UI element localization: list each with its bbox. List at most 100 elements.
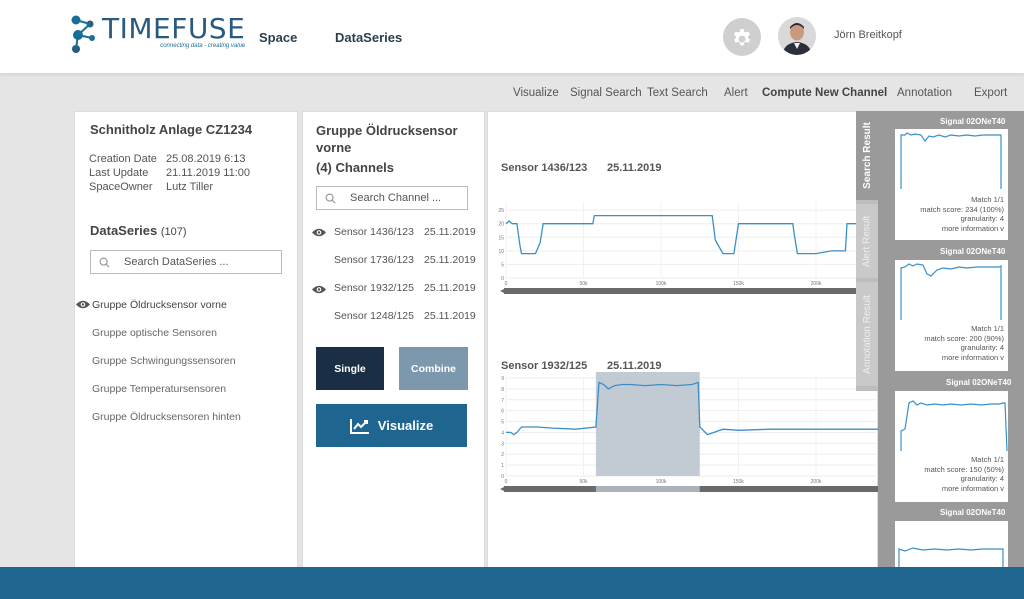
brand-name: TIMEFUSE [102, 12, 246, 45]
scrollbar-selection [595, 486, 700, 492]
tab-annotation-result[interactable]: Annotation Result [856, 282, 878, 386]
space-panel: Schnitholz Anlage CZ1234 Creation Date 25… [74, 111, 298, 571]
meta-space-owner: SpaceOwner Lutz Tiller [89, 181, 214, 193]
x-tick-label: 0 [505, 479, 508, 485]
result-card[interactable]: Match 1/1 match score: 234 (100%) granul… [895, 129, 1008, 240]
search-icon [99, 257, 110, 268]
tab-alert-result[interactable]: Alert Result [856, 204, 878, 278]
toolbar-visualize[interactable]: Visualize [513, 87, 559, 99]
channel-row[interactable]: Sensor 1736/123 25.11.2019 [334, 254, 476, 266]
meta-last-update: Last Update 21.11.2019 11:00 [89, 167, 251, 179]
x-tick-label: 0 [505, 281, 508, 287]
result-thumbnail [900, 132, 1002, 189]
y-tick-label: 25 [498, 208, 504, 214]
y-tick-label: 9 [501, 376, 504, 382]
result-granularity: granularity: 4 [960, 474, 1004, 483]
combine-button[interactable]: Combine [399, 347, 468, 390]
user-name[interactable]: Jörn Breitkopf [834, 29, 902, 41]
result-more-link: more information v [941, 483, 1004, 493]
toolbar-alert[interactable]: Alert [724, 87, 748, 99]
dataseries-item[interactable]: Gruppe Schwingungssensoren [92, 355, 236, 367]
chart-date: 25.11.2019 [607, 360, 662, 372]
charts-panel: Sensor 1436/123 25.11.2019 0 5 10 15 20 25 0 50… [487, 111, 878, 571]
y-tick-label: 5 [501, 262, 504, 268]
y-tick-label: 8 [501, 387, 504, 393]
tab-search-result[interactable]: Search Result [856, 111, 878, 200]
result-thumbnail [900, 263, 1002, 320]
group-title: Gruppe Öldrucksensor vorne [316, 123, 458, 155]
toolbar-annotation[interactable]: Annotation [897, 87, 952, 99]
y-tick-label: 20 [498, 222, 504, 228]
chart-title: Sensor 1932/125 [501, 360, 588, 372]
dataseries-item[interactable]: Gruppe optische Sensoren [92, 327, 217, 339]
user-avatar[interactable] [778, 17, 816, 55]
result-match: Match 1/1 [971, 324, 1004, 333]
eye-icon[interactable] [311, 227, 327, 238]
x-tick-label: 200k [811, 281, 822, 287]
result-match: Match 1/1 [971, 195, 1004, 204]
result-card[interactable]: Match 1/1 match score: 150 (50%) granula… [895, 391, 1008, 502]
chart-date: 25.11.2019 [607, 162, 662, 174]
x-tick-label: 150k [733, 479, 744, 485]
chart-sensor-1436[interactable]: 05101520250 50k 100k 150k 200k [496, 180, 878, 298]
y-tick-label: 3 [501, 441, 504, 447]
result-signal-name: Signal 02ONeT40 [946, 378, 1012, 387]
y-tick-label: 2 [501, 452, 504, 458]
result-match: Match 1/1 [971, 455, 1004, 464]
dataseries-item[interactable]: Gruppe Öldrucksensoren hinten [92, 411, 241, 423]
x-tick-label: 150k [733, 281, 744, 287]
dataseries-count: (107) [160, 226, 187, 238]
dataseries-heading: DataSeries (107) [90, 223, 187, 238]
result-more-link: more information v [941, 223, 1004, 233]
chart-title: Sensor 1436/123 [501, 162, 588, 174]
result-more-link: more information v [941, 352, 1004, 362]
space-title: Schnitholz Anlage CZ1234 [90, 122, 253, 137]
y-tick-label: 1 [501, 463, 504, 469]
settings-button[interactable] [723, 18, 761, 56]
y-tick-label: 4 [501, 430, 504, 436]
channel-row[interactable]: Sensor 1932/125 25.11.2019 [334, 282, 476, 294]
dataseries-item[interactable]: Gruppe Öldrucksensor vorne [92, 299, 227, 311]
y-tick-label: 15 [498, 235, 504, 241]
y-tick-label: 7 [501, 398, 504, 404]
result-card[interactable] [895, 521, 1008, 571]
result-score: match score: 200 (90%) [924, 333, 1004, 343]
nav-dataseries[interactable]: DataSeries [335, 30, 402, 45]
toolbar-signal-search[interactable]: Signal Search [570, 87, 642, 99]
scroll-left-arrow [500, 486, 506, 492]
visualize-button[interactable]: Visualize [316, 404, 467, 447]
x-tick-label: 200k [811, 479, 822, 485]
nav-space[interactable]: Space [259, 30, 297, 45]
eye-icon[interactable] [75, 299, 91, 310]
result-card[interactable]: Match 1/1 match score: 200 (90%) granula… [895, 260, 1008, 371]
channel-search-input[interactable]: Search Channel ... [316, 186, 468, 210]
toolbar-compute-new-channel[interactable]: Compute New Channel [762, 87, 887, 99]
dataseries-item[interactable]: Gruppe Temperatursensoren [92, 383, 226, 395]
chart-sensor-1932[interactable]: 01234567890 50k 100k 150k 200k [496, 372, 878, 496]
x-tick-label: 50k [579, 479, 588, 485]
timefuse-logo[interactable]: TIMEFUSE connecting data - creating valu… [70, 14, 245, 56]
x-tick-label: 100k [656, 281, 667, 287]
y-tick-label: 5 [501, 420, 504, 426]
series-line [505, 214, 878, 255]
gear-icon [733, 29, 751, 46]
x-tick-label: 100k [656, 479, 667, 485]
result-score: match score: 150 (50%) [924, 464, 1004, 474]
result-signal-name: Signal 02ONeT40 [940, 508, 1006, 517]
app-header: TIMEFUSE connecting data - creating valu… [0, 0, 1024, 74]
result-score: match score: 234 (100%) [920, 204, 1004, 214]
result-signal-name: Signal 02ONeT40 [940, 117, 1006, 126]
toolbar-text-search[interactable]: Text Search [647, 87, 708, 99]
channel-row[interactable]: Sensor 1436/123 25.11.2019 [334, 226, 476, 238]
y-tick-label: 6 [501, 409, 504, 415]
toolbar-export[interactable]: Export [974, 87, 1007, 99]
dataseries-search-input[interactable]: Search DataSeries ... [90, 250, 282, 274]
single-button[interactable]: Single [316, 347, 384, 390]
chart-line-icon [349, 418, 369, 434]
scroll-left-arrow [500, 288, 506, 294]
result-thumbnail [898, 547, 1004, 567]
channel-row[interactable]: Sensor 1248/125 25.11.2019 [334, 310, 476, 322]
meta-creation-date: Creation Date 25.08.2019 6:13 [89, 153, 246, 165]
result-granularity: granularity: 4 [960, 343, 1004, 352]
eye-icon[interactable] [311, 284, 327, 295]
